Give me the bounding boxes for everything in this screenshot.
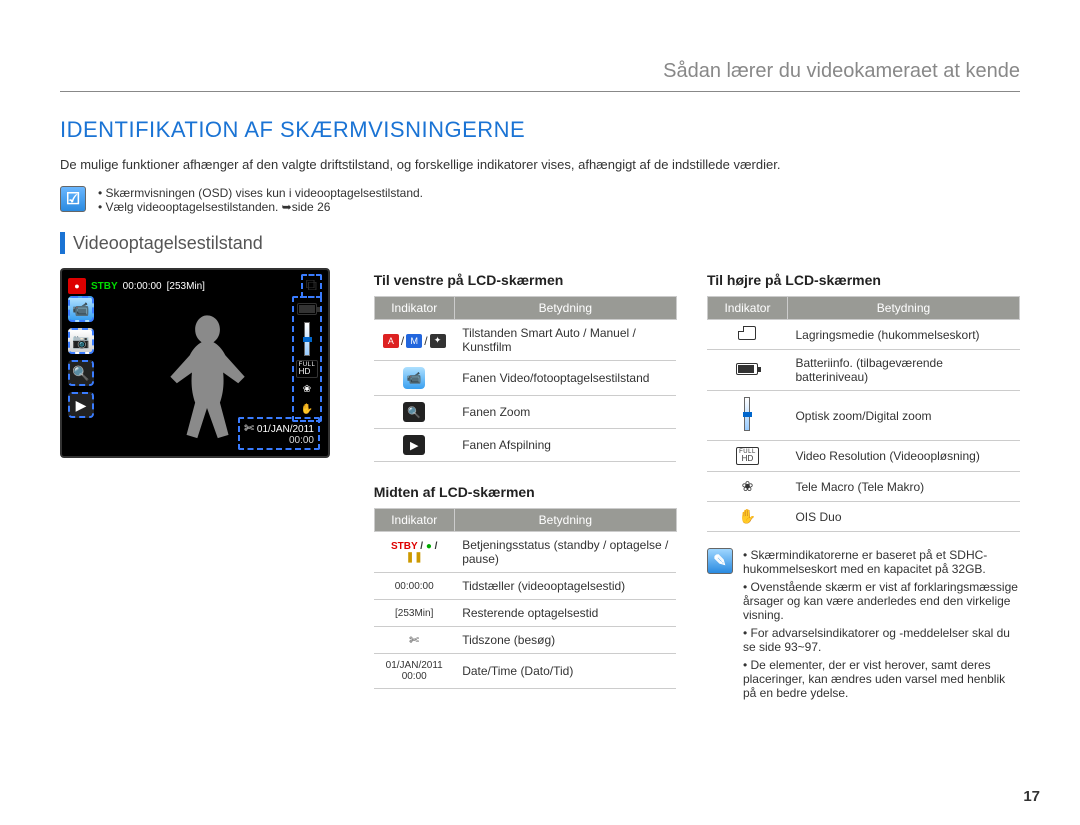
ois-icon: ✋ bbox=[707, 502, 787, 532]
row-meaning: Fanen Video/fotooptagelsestilstand bbox=[454, 361, 676, 396]
left-table: Indikator Betydning A/M/✦ Tilstanden Sma… bbox=[374, 296, 677, 462]
right-note-item: Skærmindikatorerne er baseret på et SDHC… bbox=[743, 548, 1020, 576]
right-note-item: For advarselsindikatorer og -meddelelser… bbox=[743, 626, 1020, 654]
stby-label: STBY bbox=[91, 281, 118, 292]
right-table-title: Til højre på LCD-skærmen bbox=[707, 272, 1020, 288]
table-row: 00:00:00 Tidstæller (videooptagelsestid) bbox=[374, 573, 676, 600]
play-icon: ▶ bbox=[403, 435, 425, 455]
page-header: Sådan lærer du videokameraet at kende bbox=[60, 60, 1020, 92]
telemacro-icon: ❀ bbox=[297, 381, 317, 397]
battery-icon bbox=[736, 363, 758, 375]
telemacro-icon: ❀ bbox=[707, 472, 787, 502]
mode-icons: A/M/✦ bbox=[383, 334, 446, 348]
lcd-date: 01/JAN/2011 bbox=[257, 424, 314, 435]
page-number: 17 bbox=[1023, 788, 1040, 805]
lcd-timer: 00:00:00 bbox=[123, 281, 162, 292]
row-meaning: Tilstanden Smart Auto / Manuel / Kunstfi… bbox=[454, 320, 676, 361]
top-note-item: Vælg videooptagelsestilstanden. ➥side 26 bbox=[98, 200, 423, 214]
hd-icon: FULLHD bbox=[297, 361, 317, 377]
th-indicator: Indikator bbox=[707, 297, 787, 320]
lcd-preview: ● STBY 00:00:00 [253Min] ⧉ 📹 📷 🔍 ▶ FULLH… bbox=[60, 268, 330, 458]
zoom-tab-icon: 🔍 bbox=[68, 360, 94, 386]
th-indicator: Indikator bbox=[374, 297, 454, 320]
lcd-right-icons: FULLHD ❀ ✋ bbox=[292, 296, 322, 422]
subtitle: Videooptagelsestilstand bbox=[60, 232, 1020, 254]
camera-tab-icon: 📹 bbox=[403, 367, 425, 389]
right-note-item: Ovenstående skærm er vist af forklarings… bbox=[743, 580, 1020, 622]
video-tab-icon: 📹 bbox=[68, 296, 94, 322]
row-meaning: Lagringsmedie (hukommelseskort) bbox=[787, 320, 1019, 350]
right-note: ✎ Skærmindikatorerne er baseret på et SD… bbox=[707, 548, 1020, 704]
timezone-icon: ✄ bbox=[409, 633, 419, 647]
subtitle-text: Videooptagelsestilstand bbox=[73, 233, 263, 254]
ois-icon: ✋ bbox=[297, 401, 317, 417]
table-row: ❀ Tele Macro (Tele Makro) bbox=[707, 472, 1019, 502]
lcd-remain: [253Min] bbox=[167, 281, 205, 292]
row-meaning: Tele Macro (Tele Makro) bbox=[787, 472, 1019, 502]
row-meaning: Fanen Zoom bbox=[454, 396, 676, 429]
top-note-list: Skærmvisningen (OSD) vises kun i videoop… bbox=[98, 186, 423, 214]
page-header-title: Sådan lærer du videokameraet at kende bbox=[663, 60, 1020, 82]
row-meaning: Video Resolution (Videoopløsning) bbox=[787, 441, 1019, 472]
table-row: 01/JAN/2011 00:00 Date/Time (Dato/Tid) bbox=[374, 654, 676, 689]
right-note-list: Skærmindikatorerne er baseret på et SDHC… bbox=[743, 548, 1020, 704]
subtitle-bar-icon bbox=[60, 232, 65, 254]
table-row: ✄ Tidszone (besøg) bbox=[374, 627, 676, 654]
lcd-left-tabs: 📹 📷 🔍 ▶ bbox=[68, 296, 94, 418]
right-table: Indikator Betydning Lagringsmedie (hukom… bbox=[707, 296, 1020, 532]
th-indicator: Indikator bbox=[374, 509, 454, 532]
section-title: IDENTIFIKATION AF SKÆRMVISNINGERNE bbox=[60, 117, 1020, 143]
zoom-bar-icon bbox=[744, 397, 750, 431]
mid-table-title: Midten af LCD-skærmen bbox=[374, 484, 677, 500]
lcd-clock: 00:00 bbox=[289, 435, 314, 446]
row-meaning: OIS Duo bbox=[787, 502, 1019, 532]
intro-text: De mulige funktioner afhænger af den val… bbox=[60, 157, 1020, 172]
table-row: STBY / ● / ❚❚ Betjeningsstatus (standby … bbox=[374, 532, 676, 573]
table-row: FULLHD Video Resolution (Videoopløsning) bbox=[707, 441, 1019, 472]
left-table-title: Til venstre på LCD-skærmen bbox=[374, 272, 677, 288]
table-row: ▶ Fanen Afspilning bbox=[374, 429, 676, 462]
zoom-bar-icon bbox=[297, 321, 317, 357]
table-row: Optisk zoom/Digital zoom bbox=[707, 391, 1019, 441]
lcd-status-row: ● STBY 00:00:00 [253Min] bbox=[68, 278, 205, 294]
check-icon: ☑ bbox=[60, 186, 86, 212]
table-row: 🔍 Fanen Zoom bbox=[374, 396, 676, 429]
row-meaning: Batteriinfo. (tilbageværende batterinive… bbox=[787, 350, 1019, 391]
th-meaning: Betydning bbox=[454, 297, 676, 320]
table-row: Lagringsmedie (hukommelseskort) bbox=[707, 320, 1019, 350]
fullhd-icon: FULLHD bbox=[736, 447, 759, 465]
th-meaning: Betydning bbox=[454, 509, 676, 532]
row-meaning: Tidszone (besøg) bbox=[454, 627, 676, 654]
battery-icon bbox=[297, 301, 317, 317]
timer-indicator: 00:00:00 bbox=[374, 573, 454, 600]
lcd-datetime: ✄ 01/JAN/2011 00:00 bbox=[238, 417, 320, 450]
th-meaning: Betydning bbox=[787, 297, 1019, 320]
datetime-indicator: 01/JAN/2011 00:00 bbox=[374, 654, 454, 689]
top-note-item: Skærmvisningen (OSD) vises kun i videoop… bbox=[98, 186, 423, 200]
row-meaning: Tidstæller (videooptagelsestid) bbox=[454, 573, 676, 600]
top-note: ☑ Skærmvisningen (OSD) vises kun i video… bbox=[60, 186, 1020, 214]
table-row: [253Min] Resterende optagelsestid bbox=[374, 600, 676, 627]
timezone-icon: ✄ bbox=[244, 421, 254, 435]
row-meaning: Resterende optagelsestid bbox=[454, 600, 676, 627]
row-meaning: Date/Time (Dato/Tid) bbox=[454, 654, 676, 689]
record-mode-icon: ● bbox=[68, 278, 86, 294]
table-row: Batteriinfo. (tilbageværende batterinive… bbox=[707, 350, 1019, 391]
row-meaning: Betjeningsstatus (standby / optagelse / … bbox=[454, 532, 676, 573]
pencil-note-icon: ✎ bbox=[707, 548, 733, 574]
table-row: A/M/✦ Tilstanden Smart Auto / Manuel / K… bbox=[374, 320, 676, 361]
play-tab-icon: ▶ bbox=[68, 392, 94, 418]
zoom-icon: 🔍 bbox=[403, 402, 425, 422]
card-status-icon: ⧉ bbox=[301, 274, 322, 298]
mid-table: Indikator Betydning STBY / ● / ❚❚ Betjen… bbox=[374, 508, 677, 689]
right-note-item: De elementer, der er vist herover, samt … bbox=[743, 658, 1020, 700]
table-row: ✋ OIS Duo bbox=[707, 502, 1019, 532]
row-meaning: Fanen Afspilning bbox=[454, 429, 676, 462]
photo-tab-icon: 📷 bbox=[68, 328, 94, 354]
remain-indicator: [253Min] bbox=[374, 600, 454, 627]
row-meaning: Optisk zoom/Digital zoom bbox=[787, 391, 1019, 441]
table-row: 📹 Fanen Video/fotooptagelsestilstand bbox=[374, 361, 676, 396]
storage-card-icon bbox=[738, 326, 756, 340]
